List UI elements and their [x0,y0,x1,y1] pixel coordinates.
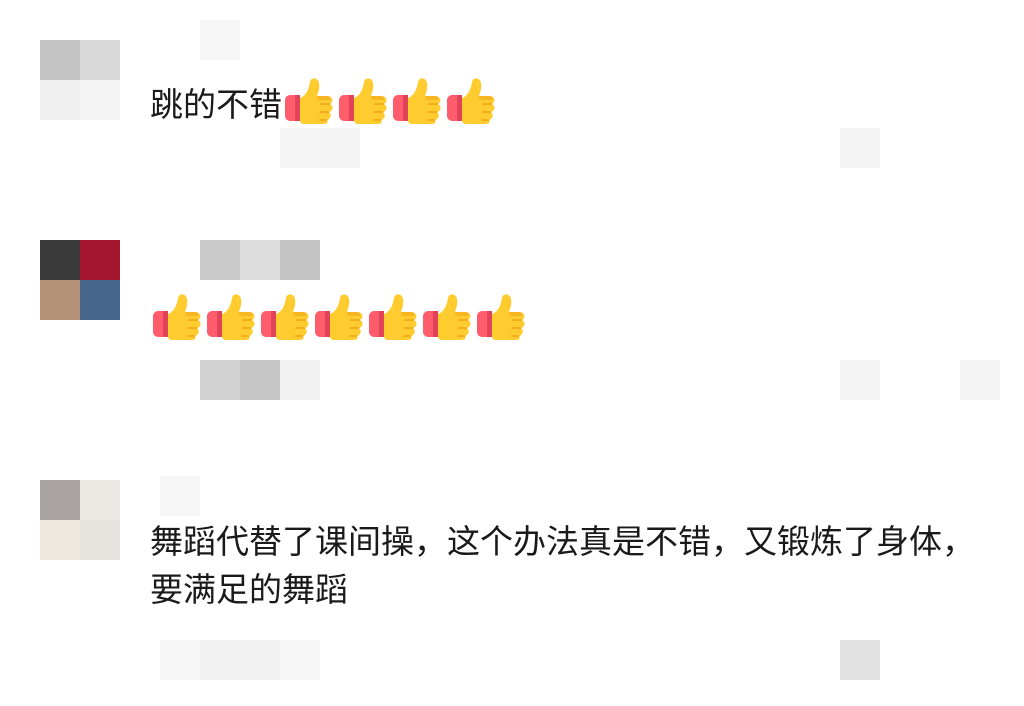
avatar[interactable] [40,480,120,560]
blur-pixel [280,640,320,680]
comment-text-content: 舞蹈代替了课间操，这个办法真是不错，又锻炼了身体，要满足的舞蹈 [150,522,975,609]
blur-pixel [840,640,880,680]
comment-footer-blurred [160,640,320,680]
comment-item: 舞蹈代替了课间操，这个办法真是不错，又锻炼了身体，要满足的舞蹈 [0,0,1024,706]
avatar-pixel [40,480,80,520]
avatar-pixel [80,520,120,560]
blur-pixel [200,640,240,680]
avatar-pixel [40,520,80,560]
blur-pixel [160,476,200,516]
blur-pixel [240,640,280,680]
comment-text: 舞蹈代替了课间操，这个办法真是不错，又锻炼了身体，要满足的舞蹈 [150,518,990,614]
avatar-pixel [80,480,120,520]
blur-pixel [160,640,200,680]
comment-footer-blurred[interactable] [840,640,880,680]
username-blurred[interactable] [160,476,200,516]
